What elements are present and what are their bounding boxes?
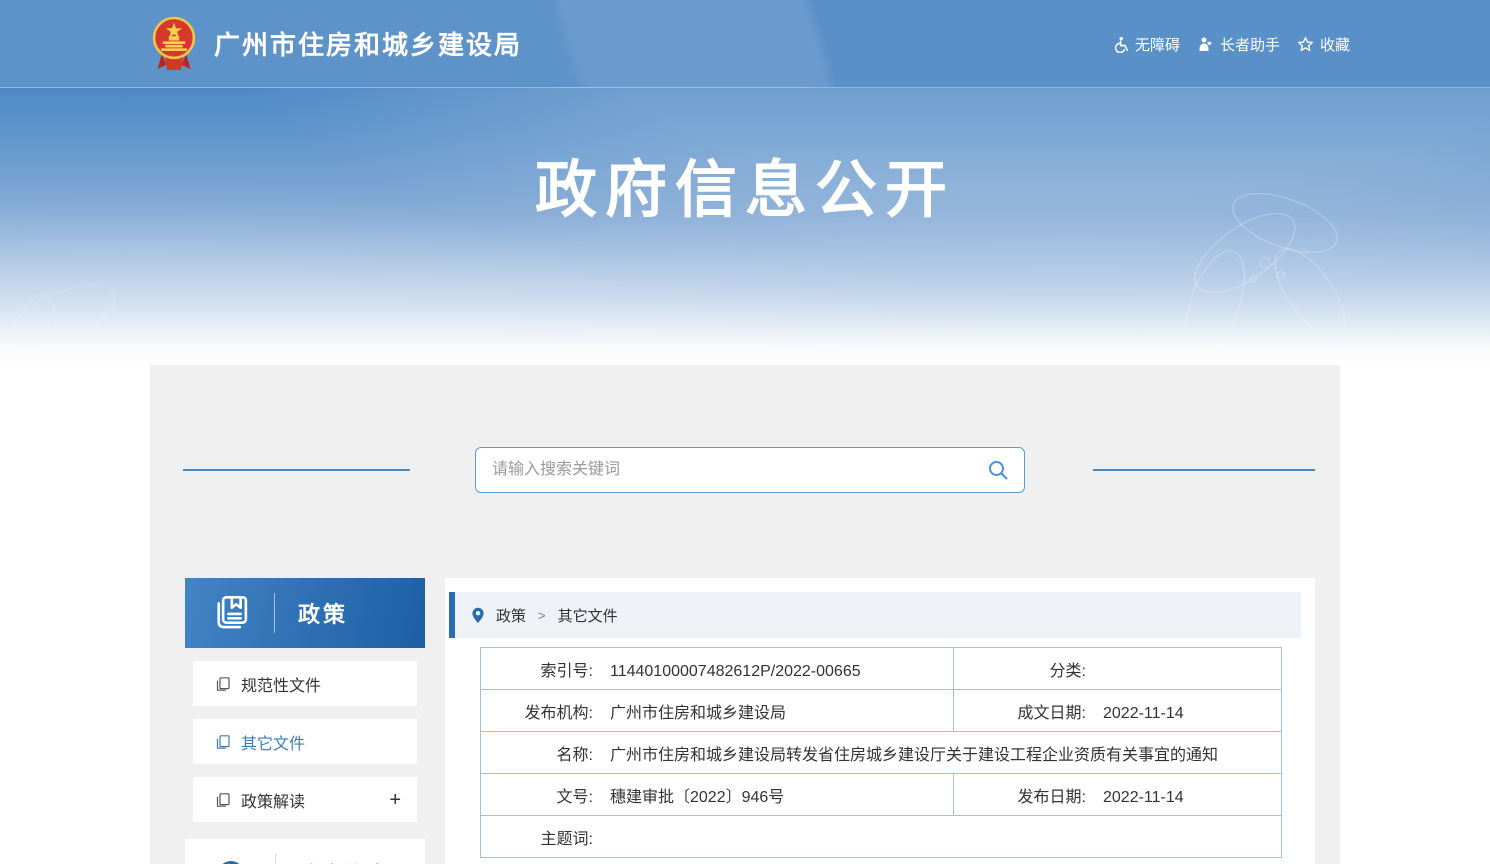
field-value: 11440100007482612P/2022-00665 — [610, 663, 861, 680]
site-brand[interactable]: 广州市住房和城乡建设局 — [148, 15, 522, 73]
publisher-cell: 发布机构: 广州市住房和城乡建设局 — [481, 690, 954, 732]
accessibility-label: 无障碍 — [1135, 34, 1180, 55]
written-date-cell: 成文日期: 2022-11-14 — [954, 690, 1282, 732]
sidebar-item-policy-interpretation[interactable]: 政策解读 + — [193, 777, 417, 822]
decorative-line-right — [1093, 469, 1315, 471]
header-links: 无障碍 长者助手 收藏 — [1112, 0, 1350, 88]
document-icon — [215, 676, 231, 692]
elder-icon — [1197, 36, 1214, 53]
field-label: 发布机构: — [481, 699, 593, 723]
field-label: 成文日期: — [954, 699, 1086, 723]
breadcrumb-separator: > — [538, 608, 546, 623]
divider — [274, 593, 275, 633]
breadcrumb-item-other-documents[interactable]: 其它文件 — [558, 605, 618, 626]
sidebar: 政策 规范性文件 — [185, 578, 425, 864]
sidebar-item-other-documents[interactable]: 其它文件 — [193, 719, 417, 764]
page-title: 政府信息公开 — [0, 88, 1490, 222]
field-value: 广州市住房和城乡建设局 — [610, 705, 786, 722]
main-panel: 政策 > 其它文件 索引号: 11440100007482612P/2022-00… — [445, 578, 1315, 864]
field-label: 发布日期: — [954, 783, 1086, 807]
location-pin-icon — [471, 607, 485, 624]
index-number-cell: 索引号: 11440100007482612P/2022-00665 — [481, 648, 954, 690]
field-label: 分类: — [954, 657, 1086, 681]
content-container: 政策 规范性文件 — [150, 365, 1340, 864]
sidebar-section-policy[interactable]: 政策 — [185, 578, 425, 648]
field-value: 2022-11-14 — [1103, 705, 1184, 722]
flower-decoration-icon — [0, 218, 200, 365]
sidebar-section-title: 政府信息 — [298, 859, 390, 864]
sidebar-item-normative-documents[interactable]: 规范性文件 — [193, 661, 417, 706]
category-cell: 分类: — [954, 648, 1282, 690]
document-icon — [215, 792, 231, 808]
document-meta-table: 索引号: 11440100007482612P/2022-00665 分类: 发布… — [480, 647, 1282, 858]
document-name-cell: 名称: 广州市住房和城乡建设局转发省住房城乡建设厅关于建设工程企业资质有关事宜的通… — [481, 732, 1282, 774]
favorite-link[interactable]: 收藏 — [1297, 34, 1350, 55]
table-row: 发布机构: 广州市住房和城乡建设局 成文日期: 2022-11-14 — [481, 690, 1282, 732]
field-value: 2022-11-14 — [1103, 789, 1184, 806]
keywords-cell: 主题词: — [481, 816, 1282, 858]
sidebar-item-label: 其它文件 — [241, 730, 305, 754]
sidebar-section-title: 政策 — [298, 597, 348, 629]
table-row: 索引号: 11440100007482612P/2022-00665 分类: — [481, 648, 1282, 690]
divider — [275, 854, 276, 864]
national-emblem-logo — [148, 15, 200, 73]
wheelchair-icon — [1112, 36, 1129, 53]
decorative-line-left — [183, 469, 410, 471]
accessibility-link[interactable]: 无障碍 — [1112, 34, 1180, 55]
table-row: 文号: 穗建审批〔2022〕946号 发布日期: 2022-11-14 — [481, 774, 1282, 816]
field-value: 穗建审批〔2022〕946号 — [610, 789, 784, 806]
site-header: 广州市住房和城乡建设局 无障碍 长者助手 — [0, 0, 1490, 88]
book-icon — [210, 592, 252, 634]
field-label: 主题词: — [481, 825, 593, 849]
table-row: 主题词: — [481, 816, 1282, 858]
publish-date-cell: 发布日期: 2022-11-14 — [954, 774, 1282, 816]
sidebar-item-label: 政策解读 — [241, 788, 305, 812]
breadcrumb: 政策 > 其它文件 — [449, 592, 1301, 638]
breadcrumb-item-policy[interactable]: 政策 — [496, 605, 526, 626]
document-number-cell: 文号: 穗建审批〔2022〕946号 — [481, 774, 954, 816]
field-label: 索引号: — [481, 657, 593, 681]
table-row: 名称: 广州市住房和城乡建设局转发省住房城乡建设厅关于建设工程企业资质有关事宜的通… — [481, 732, 1282, 774]
search-button[interactable] — [972, 448, 1024, 492]
sidebar-item-label: 规范性文件 — [241, 672, 321, 696]
search-icon — [986, 458, 1010, 482]
field-label: 文号: — [481, 783, 593, 807]
field-value: 广州市住房和城乡建设局转发省住房城乡建设厅关于建设工程企业资质有关事宜的通知 — [610, 747, 1218, 764]
search-box — [475, 447, 1025, 493]
document-icon — [215, 734, 231, 750]
favorite-label: 收藏 — [1320, 34, 1350, 55]
site-title: 广州市住房和城乡建设局 — [214, 25, 522, 62]
search-input[interactable] — [476, 448, 972, 492]
star-icon — [1297, 36, 1314, 53]
expand-plus-icon[interactable]: + — [389, 790, 401, 810]
content-layout: 政策 规范性文件 — [150, 578, 1340, 864]
elder-assistant-link[interactable]: 长者助手 — [1197, 34, 1280, 55]
page-banner: 政府信息公开 — [0, 88, 1490, 365]
page: 广州市住房和城乡建设局 无障碍 长者助手 — [0, 0, 1490, 864]
sidebar-section-gov-info[interactable]: 政府信息 — [185, 839, 425, 864]
field-label: 名称: — [481, 741, 593, 765]
elder-assistant-label: 长者助手 — [1220, 34, 1280, 55]
